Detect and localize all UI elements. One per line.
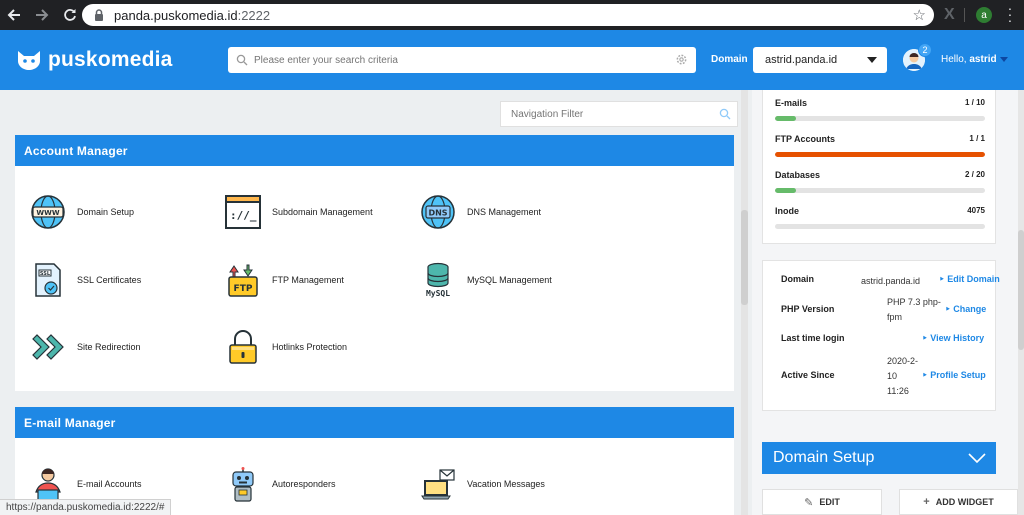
brand-logo[interactable]: puskomedia: [16, 48, 173, 72]
add-widget-button[interactable]: + ADD WIDGET: [899, 489, 1018, 515]
padlock-icon: [224, 328, 262, 366]
terminal-window-icon: ://_: [224, 193, 262, 231]
edit-button[interactable]: ✎ EDIT: [762, 489, 882, 515]
dns-globe-icon: DNS: [419, 193, 457, 231]
extension-x-icon[interactable]: X: [944, 6, 955, 24]
svg-text:MySQL: MySQL: [426, 289, 450, 298]
tile-ftp-management[interactable]: FTP FTP Management: [224, 261, 344, 299]
svg-text:://_: ://_: [230, 209, 257, 222]
svg-text:DNS: DNS: [428, 209, 447, 218]
chevron-down-icon: [867, 57, 877, 63]
tile-hotlinks-protection[interactable]: Hotlinks Protection: [224, 328, 347, 366]
tile-label: Autoresponders: [272, 479, 336, 489]
laptop-mail-icon: [419, 465, 457, 503]
search-icon: [236, 54, 248, 66]
tile-site-redirection[interactable]: Site Redirection: [29, 328, 141, 366]
usage-progress-bar: [775, 116, 985, 121]
domain-info-card: Domain astrid.panda.id ‣ Edit Domain PHP…: [762, 260, 1000, 411]
ssl-document-icon: SSL: [29, 261, 67, 299]
usage-progress-bar: [775, 188, 985, 193]
scrollbar-thumb[interactable]: [1018, 230, 1024, 350]
tile-ssl-certificates[interactable]: SSL SSL Certificates: [29, 261, 141, 299]
tile-autoresponders[interactable]: Autoresponders: [224, 465, 336, 503]
svg-text:FTP: FTP: [234, 284, 253, 294]
address-url: panda.puskomedia.id:2222: [114, 7, 271, 23]
search-input[interactable]: [254, 49, 674, 71]
navigation-filter-input[interactable]: [511, 108, 701, 120]
tile-label: E-mail Accounts: [77, 479, 142, 489]
back-arrow-icon[interactable]: [0, 0, 28, 30]
ftp-folder-icon: FTP: [224, 261, 262, 299]
tile-domain-setup[interactable]: WWW Domain Setup: [29, 193, 134, 231]
usage-progress-bar: [775, 152, 985, 157]
change-php-link[interactable]: ‣ Change: [945, 304, 986, 315]
svg-text:SSL: SSL: [40, 271, 51, 277]
tile-label: DNS Management: [467, 207, 542, 217]
search-icon: [719, 108, 731, 120]
email-manager-title: E-mail Manager: [15, 407, 734, 438]
tile-subdomain-management[interactable]: ://_ Subdomain Management: [224, 193, 373, 231]
tile-label: Site Redirection: [77, 342, 141, 352]
edit-domain-link[interactable]: ‣ Edit Domain: [939, 274, 1000, 285]
lock-icon: [95, 9, 103, 21]
profile-avatar[interactable]: a: [976, 7, 992, 23]
tile-label: Vacation Messages: [467, 479, 545, 489]
kebab-menu-icon[interactable]: · · ·: [1006, 1, 1014, 27]
robot-icon: [224, 465, 262, 503]
brand-name: puskomedia: [48, 48, 173, 71]
tile-label: Domain Setup: [77, 207, 135, 217]
app-header: puskomedia Domain astrid.panda.id 2 Hell…: [0, 30, 1024, 90]
bookmark-star-icon[interactable]: ☆: [913, 6, 926, 24]
tile-vacation-messages[interactable]: Vacation Messages: [419, 465, 545, 503]
gear-icon[interactable]: [675, 53, 688, 66]
widget-title: Domain Setup: [773, 449, 875, 466]
usage-progress-bar: [775, 224, 985, 229]
resource-usage-card: E-mails 1 / 10 FTP Accounts 1 / 1 Database…: [762, 90, 996, 244]
status-bar-url: https://panda.puskomedia.id:2222/#: [0, 499, 172, 515]
mysql-database-icon: MySQL: [419, 261, 457, 299]
tile-mysql-management[interactable]: MySQL MySQL Management: [419, 261, 552, 299]
sidebar-scrollbar[interactable]: [1018, 90, 1024, 515]
pencil-icon: ✎: [804, 496, 814, 509]
tile-email-accounts[interactable]: E-mail Accounts: [29, 465, 142, 503]
search-box[interactable]: [228, 47, 696, 73]
svg-text:WWW: WWW: [36, 209, 59, 217]
content-scrollbar[interactable]: [741, 90, 748, 515]
redirect-arrows-icon: [29, 328, 67, 366]
domain-select-value: astrid.panda.id: [765, 54, 838, 66]
domain-setup-widget-header[interactable]: Domain Setup: [762, 442, 996, 474]
account-manager-title: Account Manager: [15, 135, 734, 166]
tile-label: MySQL Management: [467, 275, 552, 285]
email-user-icon: [29, 465, 67, 503]
tile-label: Subdomain Management: [272, 207, 373, 217]
scrollbar-thumb[interactable]: [741, 210, 748, 305]
user-menu-chevron-icon[interactable]: [1000, 57, 1008, 62]
globe-www-icon: WWW: [29, 193, 67, 231]
profile-setup-link[interactable]: ‣ Profile Setup: [922, 370, 986, 381]
user-greeting[interactable]: Hello, astrid: [941, 54, 997, 65]
domain-select[interactable]: astrid.panda.id: [753, 47, 887, 73]
account-manager-panel: Account Manager WWW Domain Setup ://_ Su…: [15, 135, 734, 391]
navigation-filter[interactable]: [500, 101, 738, 127]
view-history-link[interactable]: ‣ View History: [922, 333, 984, 344]
tile-label: FTP Management: [272, 275, 344, 285]
tile-label: SSL Certificates: [77, 275, 142, 285]
cat-logo-icon: [18, 51, 40, 70]
tile-label: Hotlinks Protection: [272, 342, 348, 352]
domain-label: Domain: [711, 54, 748, 65]
chevron-down-icon[interactable]: [968, 451, 986, 465]
notification-badge[interactable]: 2: [918, 43, 932, 57]
address-bar[interactable]: panda.puskomedia.id:2222 ☆: [82, 4, 934, 26]
reload-icon[interactable]: [56, 0, 84, 30]
forward-arrow-icon[interactable]: [28, 0, 56, 30]
toolbar-divider: [964, 8, 965, 22]
plus-icon: +: [923, 496, 930, 508]
tile-dns-management[interactable]: DNS DNS Management: [419, 193, 541, 231]
